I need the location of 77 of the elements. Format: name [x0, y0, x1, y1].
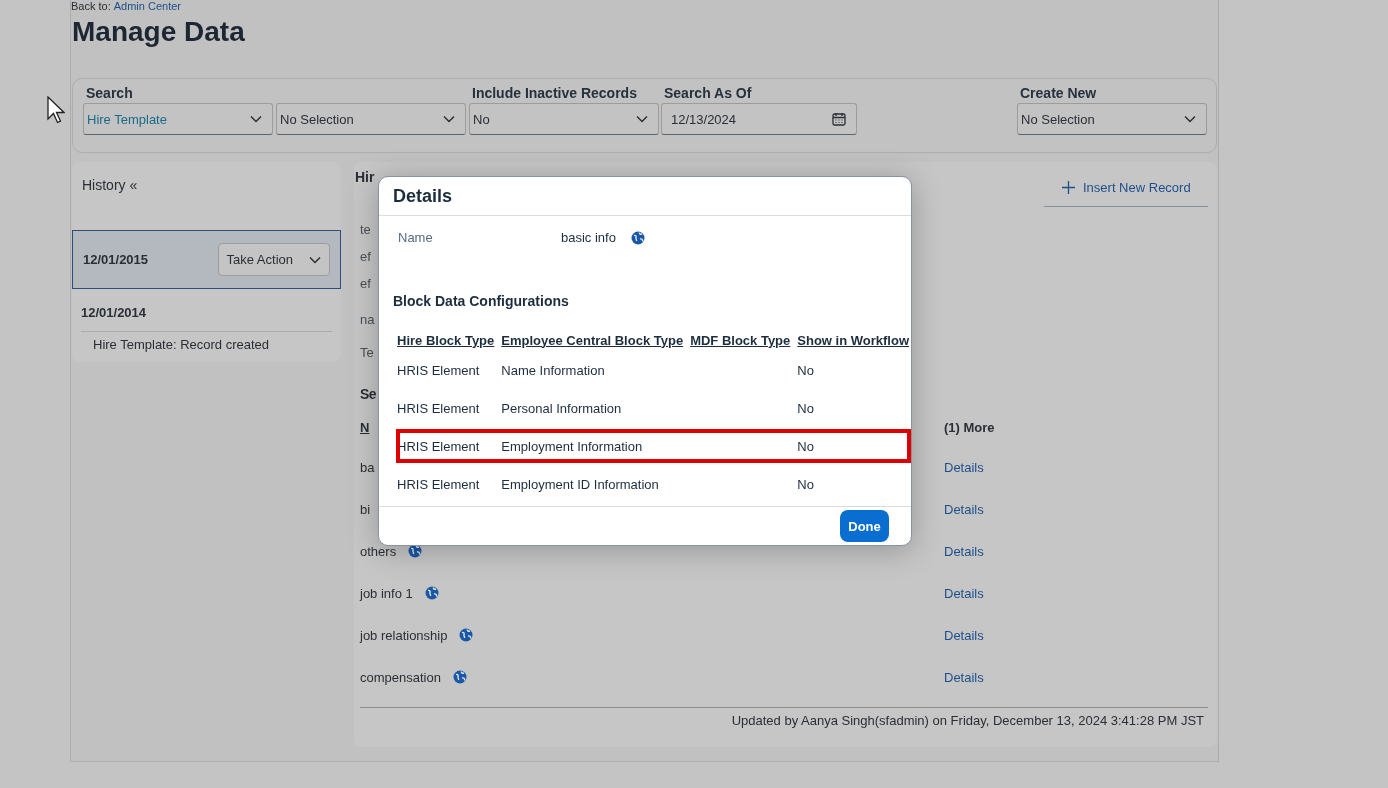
details-link[interactable]: Details [944, 627, 984, 643]
section-title: Se [360, 385, 377, 403]
history-entry[interactable]: 12/01/2014 Hire Template: Record created [72, 305, 341, 357]
dropdown[interactable]: Hire Template [83, 103, 273, 135]
row-name: others [360, 543, 397, 559]
field-value: No [473, 111, 490, 127]
field-value: 12/13/2024 [671, 111, 737, 127]
dialog-title: Details [393, 185, 453, 207]
history-date: 12/01/2015 [83, 252, 149, 267]
section-title: Block Data Configurations [393, 293, 570, 309]
details-link[interactable]: Details [944, 543, 984, 559]
chevron-down-icon [250, 115, 262, 123]
history-date: 12/01/2014 [81, 305, 148, 322]
field-label: ef [360, 275, 371, 293]
column-header: Hire Block Type [396, 331, 496, 350]
page-title: Manage Data [72, 15, 246, 49]
table-cell: No [797, 476, 814, 492]
field-value: No Selection [1021, 111, 1095, 127]
dropdown[interactable]: No Selection [1017, 103, 1207, 135]
take-action-button[interactable]: Take Action [217, 243, 330, 276]
table-cell: No [797, 400, 814, 416]
table-cell: No [797, 362, 814, 378]
details-link[interactable]: Details [944, 669, 984, 685]
column-header: MDF Block Type [689, 331, 792, 350]
filter-label: Create New [1019, 84, 1098, 103]
table-cell: Personal Information [501, 400, 622, 416]
field-value: basic info [561, 230, 616, 245]
dropdown[interactable]: No Selection [276, 103, 466, 135]
row-name: bi [360, 501, 371, 517]
globe-icon [630, 230, 645, 245]
back-label: Back to: [71, 0, 111, 12]
filter-label: Include Inactive Records [471, 84, 638, 103]
field-label: Name [398, 230, 434, 245]
details-link[interactable]: Details [944, 585, 984, 601]
update-info: Updated by Aanya Singh(sfadmin) on Friday, December 13, 2024 3:41:28 PM JST [731, 713, 1204, 728]
field-label: Te [360, 344, 374, 362]
row-name: ba [360, 459, 375, 475]
field-label: na [360, 311, 375, 329]
table-cell: Name Information [501, 362, 605, 378]
filter-label: Search As Of [663, 84, 753, 103]
column-header: Employee Central Block Type [500, 331, 685, 350]
cursor-icon [47, 96, 65, 124]
column-header: Show in Workflow [796, 331, 910, 350]
chevron-down-icon [1184, 115, 1196, 123]
calendar-icon [832, 112, 846, 126]
collapse-toggle[interactable]: « [129, 177, 138, 195]
history-note: Hire Template: Record created [81, 331, 332, 357]
table-cell: HRIS Element [397, 476, 480, 492]
plus-icon [1062, 181, 1075, 194]
chevron-down-icon [443, 115, 455, 123]
chevron-down-icon [309, 255, 321, 264]
done-button[interactable]: Done [840, 510, 889, 542]
table-cell: HRIS Element [397, 362, 480, 378]
details-link[interactable]: Details [944, 501, 984, 517]
table-cell: HRIS Element [397, 400, 480, 416]
table-cell: No [797, 438, 814, 454]
field-value: No Selection [280, 111, 354, 127]
row-name: job relationship [360, 627, 448, 643]
history-title: History [82, 177, 126, 195]
row-name: compensation [360, 669, 441, 685]
record-heading: Hir [355, 168, 375, 186]
table-cell: Employment Information [501, 438, 643, 454]
details-link[interactable]: Details [944, 459, 984, 475]
column-header: (1) More [944, 420, 995, 437]
dropdown[interactable]: No [469, 103, 659, 135]
chevron-down-icon [636, 115, 648, 123]
insert-record-button[interactable]: Insert New Record [1044, 173, 1208, 207]
table-cell: Employment ID Information [501, 476, 659, 492]
date-field[interactable]: 12/13/2024 [661, 103, 857, 135]
row-name: job info 1 [360, 585, 413, 601]
field-label: te [360, 221, 371, 239]
back-link[interactable]: Admin Center [113, 0, 181, 12]
field-value: Hire Template [87, 111, 167, 127]
column-header: N [360, 420, 370, 437]
filter-label: Search [85, 84, 134, 103]
history-entry[interactable]: 12/01/2015 Take Action [72, 230, 341, 289]
field-label: ef [360, 248, 371, 266]
